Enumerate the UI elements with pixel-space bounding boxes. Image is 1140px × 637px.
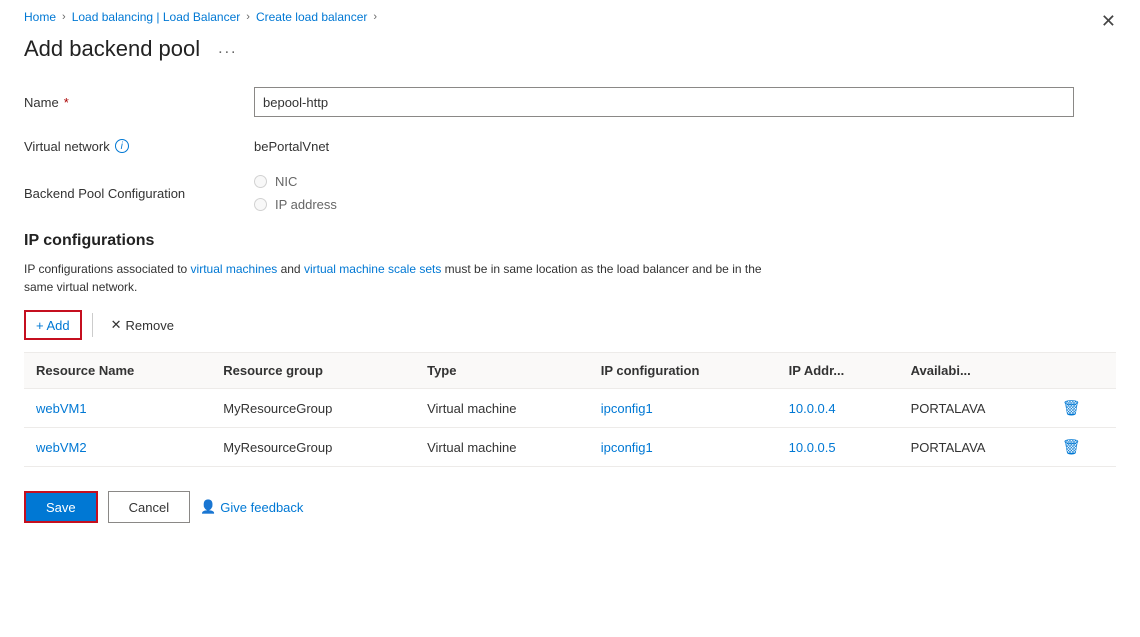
ipconfig-link[interactable]: ipconfig1 — [601, 401, 653, 416]
cell-ip-config: ipconfig1 — [589, 428, 777, 467]
ip-configurations-info: IP configurations associated to virtual … — [24, 260, 784, 296]
cell-type: Virtual machine — [415, 389, 589, 428]
col-type: Type — [415, 353, 589, 389]
add-button[interactable]: + Add — [24, 310, 82, 340]
table-header: Resource Name Resource group Type IP con… — [24, 353, 1116, 389]
name-field-value — [254, 87, 1116, 117]
remove-label: Remove — [126, 318, 174, 333]
breadcrumb-home[interactable]: Home — [24, 10, 56, 24]
ellipsis-button[interactable]: ... — [212, 38, 243, 60]
delete-icon[interactable]: 🗑 — [1062, 439, 1081, 456]
table-row: webVM2 MyResourceGroup Virtual machine i… — [24, 428, 1116, 467]
cell-resource-group: MyResourceGroup — [211, 428, 415, 467]
radio-ip-label: IP address — [275, 197, 337, 212]
resource-name-link[interactable]: webVM1 — [36, 401, 87, 416]
radio-nic-input[interactable] — [254, 175, 267, 188]
cell-resource-group: MyResourceGroup — [211, 389, 415, 428]
cell-ip-config: ipconfig1 — [589, 389, 777, 428]
breadcrumb-load-balancing[interactable]: Load balancing | Load Balancer — [72, 10, 241, 24]
ipconfig-link[interactable]: ipconfig1 — [601, 440, 653, 455]
table-header-row: Resource Name Resource group Type IP con… — [24, 353, 1116, 389]
virtual-machines-link[interactable]: virtual machines — [191, 262, 278, 276]
toolbar-divider — [92, 313, 93, 337]
radio-group: NIC IP address — [254, 174, 1116, 212]
radio-ip-input[interactable] — [254, 198, 267, 211]
table-container: Resource Name Resource group Type IP con… — [24, 352, 1116, 467]
add-backend-pool-panel: Home › Load balancing | Load Balancer › … — [0, 0, 1140, 637]
cell-resource-name: webVM2 — [24, 428, 211, 467]
breadcrumb-create-lb[interactable]: Create load balancer — [256, 10, 367, 24]
col-ip-addr: IP Addr... — [777, 353, 899, 389]
col-availabi: Availabi... — [899, 353, 1050, 389]
backend-pool-config-row: Backend Pool Configuration NIC IP addres… — [24, 174, 1116, 212]
cell-delete: 🗑 — [1050, 428, 1116, 467]
save-button[interactable]: Save — [24, 491, 98, 523]
radio-nic-label: NIC — [275, 174, 297, 189]
cell-availability: PORTALAVA — [899, 389, 1050, 428]
name-label: Name * — [24, 95, 254, 110]
virtual-network-field-row: Virtual network i bePortalVnet — [24, 130, 1116, 162]
cell-type: Virtual machine — [415, 428, 589, 467]
cell-availability: PORTALAVA — [899, 428, 1050, 467]
remove-x-icon: ✕ — [111, 317, 122, 333]
radio-nic[interactable]: NIC — [254, 174, 1116, 189]
virtual-network-info-icon[interactable]: i — [115, 139, 129, 153]
breadcrumb: Home › Load balancing | Load Balancer › … — [24, 0, 1116, 36]
name-input[interactable] — [254, 87, 1074, 117]
title-row: Add backend pool ... — [24, 36, 1116, 62]
col-resource-name: Resource Name — [24, 353, 211, 389]
delete-icon[interactable]: 🗑 — [1062, 400, 1081, 417]
virtual-network-value: bePortalVnet — [254, 139, 1116, 154]
col-actions — [1050, 353, 1116, 389]
remove-button[interactable]: ✕ Remove — [103, 310, 182, 340]
ip-configurations-section: IP configurations IP configurations asso… — [24, 232, 1116, 467]
cell-delete: 🗑 — [1050, 389, 1116, 428]
feedback-person-icon: 👤 — [200, 499, 216, 515]
feedback-button[interactable]: 👤 Give feedback — [200, 499, 303, 515]
vmss-link[interactable]: virtual machine scale sets — [304, 262, 441, 276]
cell-ip-addr: 10.0.0.4 — [777, 389, 899, 428]
page-title: Add backend pool — [24, 36, 200, 62]
name-required: * — [64, 95, 69, 110]
footer: Save Cancel 👤 Give feedback — [24, 491, 1116, 523]
ip-config-table: Resource Name Resource group Type IP con… — [24, 353, 1116, 467]
resource-name-link[interactable]: webVM2 — [36, 440, 87, 455]
ip-configurations-title: IP configurations — [24, 232, 1116, 250]
breadcrumb-sep-1: › — [62, 11, 66, 23]
ip-address-link[interactable]: 10.0.0.5 — [789, 440, 836, 455]
col-ip-configuration: IP configuration — [589, 353, 777, 389]
toolbar: + Add ✕ Remove — [24, 310, 1116, 340]
col-resource-group: Resource group — [211, 353, 415, 389]
breadcrumb-sep-2: › — [246, 11, 250, 23]
close-button[interactable]: ✕ — [1101, 12, 1116, 30]
breadcrumb-sep-3: › — [373, 11, 377, 23]
form-section: Name * Virtual network i bePortalVnet Ba… — [24, 86, 1116, 212]
virtual-network-label: Virtual network i — [24, 139, 254, 154]
name-field-row: Name * — [24, 86, 1116, 118]
cell-ip-addr: 10.0.0.5 — [777, 428, 899, 467]
cell-resource-name: webVM1 — [24, 389, 211, 428]
ip-address-link[interactable]: 10.0.0.4 — [789, 401, 836, 416]
table-row: webVM1 MyResourceGroup Virtual machine i… — [24, 389, 1116, 428]
backend-pool-config-label: Backend Pool Configuration — [24, 186, 254, 201]
radio-ip[interactable]: IP address — [254, 197, 1116, 212]
table-body: webVM1 MyResourceGroup Virtual machine i… — [24, 389, 1116, 467]
backend-pool-config-options: NIC IP address — [254, 174, 1116, 212]
feedback-label: Give feedback — [220, 500, 303, 515]
cancel-button[interactable]: Cancel — [108, 491, 190, 523]
